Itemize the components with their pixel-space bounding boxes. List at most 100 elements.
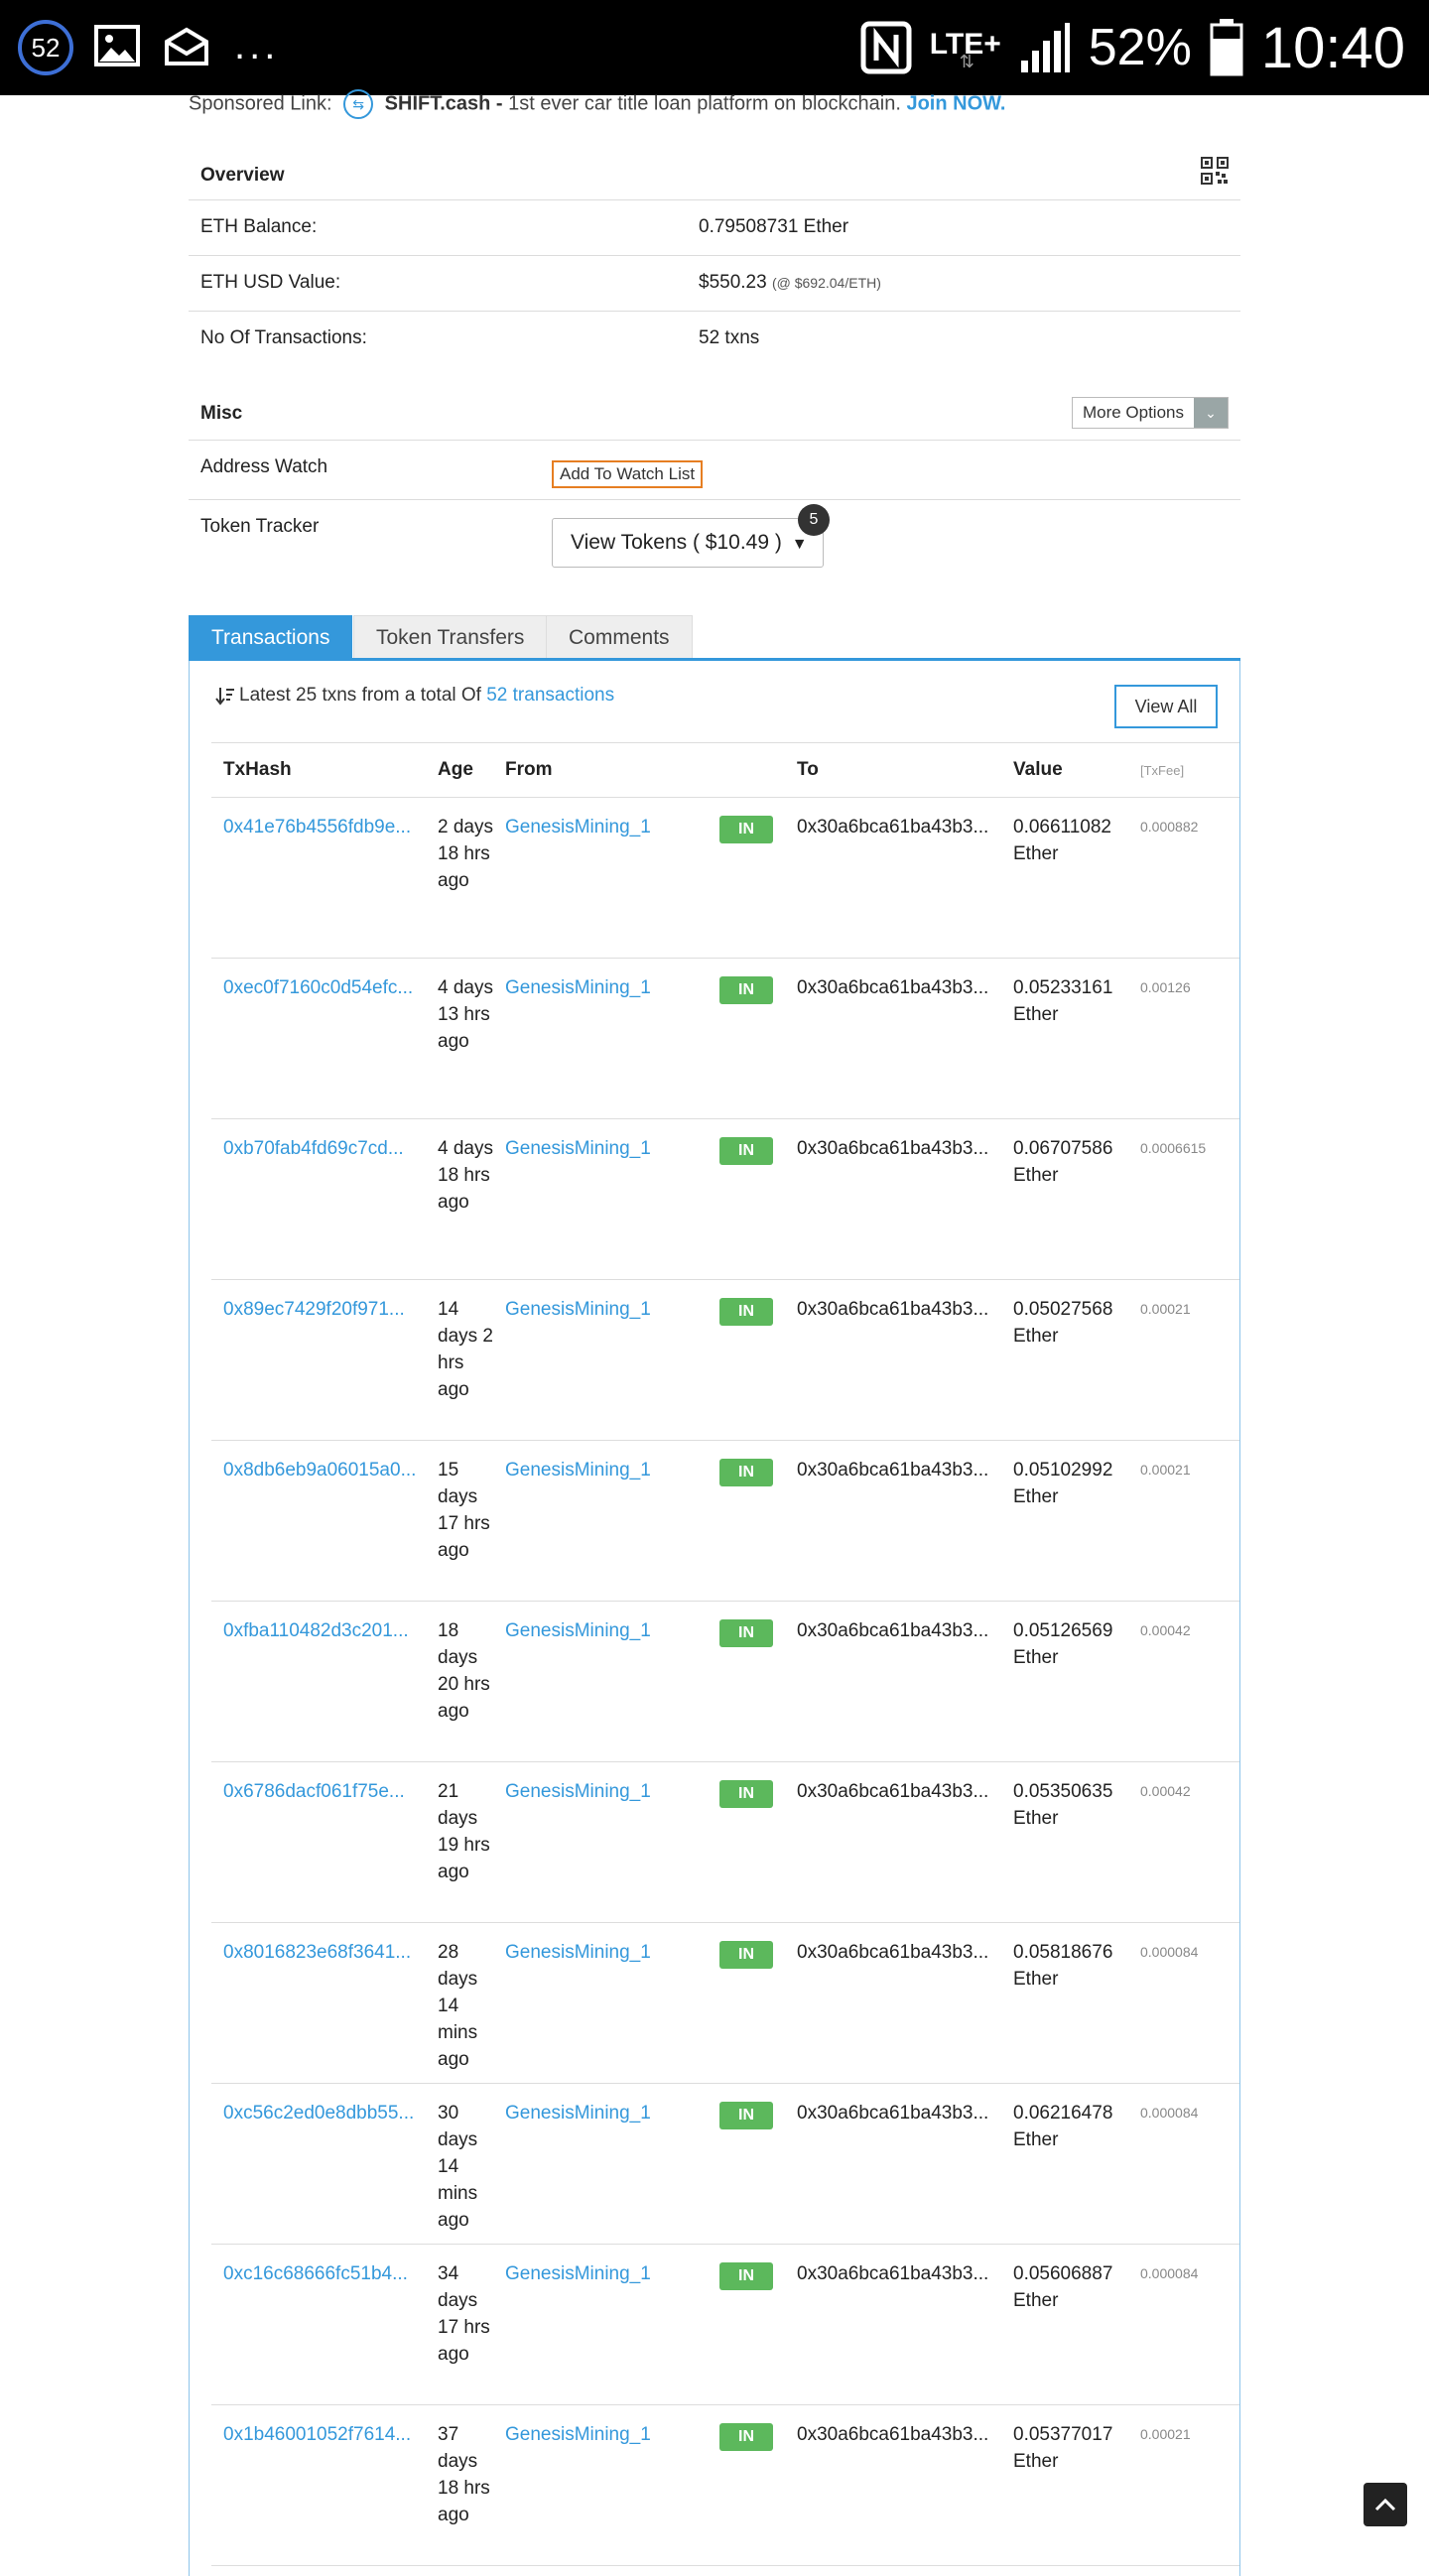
tab-token-transfers[interactable]: Token Transfers	[353, 615, 548, 658]
caret-down-icon: ▼	[791, 536, 808, 553]
tx-from-link[interactable]: GenesisMining_1	[505, 1296, 651, 1323]
tx-to-address: 0x30a6bca61ba43b3...	[797, 1781, 989, 1802]
tx-age: 4 days 18 hrs ago	[438, 1138, 493, 1213]
sponsored-prefix: Sponsored Link:	[189, 92, 332, 115]
tx-age: 2 days 18 hrs ago	[438, 817, 493, 891]
tx-hash-link[interactable]: 0x41e76b4556fdb9e...	[223, 814, 428, 840]
tx-hash-link[interactable]: 0x8db6eb9a06015a0...	[223, 1457, 428, 1483]
tx-from-link[interactable]: GenesisMining_1	[505, 2260, 651, 2287]
view-all-button[interactable]: View All	[1114, 685, 1218, 728]
tx-value: 0.05027568 Ether	[1013, 1299, 1113, 1347]
add-to-watch-list-button[interactable]: Add To Watch List	[552, 460, 704, 488]
tx-value: 0.06707586 Ether	[1013, 1138, 1113, 1186]
tx-to-address: 0x30a6bca61ba43b3...	[797, 2424, 989, 2445]
tx-hash-link[interactable]: 0x8016823e68f3641...	[223, 1939, 428, 1966]
transactions-panel: Latest 25 txns from a total Of 52 transa…	[189, 661, 1240, 2576]
scroll-to-top-button[interactable]	[1364, 2483, 1407, 2526]
eth-balance-value: 0.79508731 Ether	[699, 216, 849, 237]
lte-indicator: LTE+ ⇅	[930, 18, 1001, 77]
tx-hash-link[interactable]: 0xc56c2ed0e8dbb55...	[223, 2100, 428, 2126]
shift-logo-icon: ⇆	[343, 89, 374, 119]
col-value: Value	[1013, 759, 1063, 780]
tx-from-link[interactable]: GenesisMining_1	[505, 1778, 651, 1805]
tx-from-link[interactable]: GenesisMining_1	[505, 2100, 651, 2126]
tx-value: 0.05606887 Ether	[1013, 2263, 1113, 2311]
qr-code-icon[interactable]	[1201, 157, 1229, 185]
col-to: To	[797, 759, 819, 780]
clock: 10:40	[1260, 15, 1405, 80]
eth-balance-label: ETH Balance:	[200, 216, 318, 237]
status-right: LTE+ ⇅ 52% 10:40	[860, 0, 1405, 95]
view-tokens-label: View Tokens ( $10.49 )	[571, 531, 782, 554]
tx-fee: 0.00042	[1140, 1783, 1191, 1799]
table-row: 0x89ec7429f20f971... 14 days 2 hrs ago Gen…	[211, 1280, 1239, 1441]
tx-value: 0.05377017 Ether	[1013, 2424, 1113, 2472]
tab-comments[interactable]: Comments	[546, 615, 693, 658]
txn-count-label: No Of Transactions:	[200, 327, 367, 348]
tx-fee: 0.00126	[1140, 979, 1191, 995]
tx-value: 0.05233161 Ether	[1013, 977, 1113, 1025]
sponsored-link[interactable]: Sponsored Link: ⇆ SHIFT.cash - 1st ever …	[189, 89, 1005, 119]
txn-count-value: 52 txns	[699, 327, 760, 348]
tx-age: 21 days 19 hrs ago	[438, 1781, 490, 1882]
tx-from-link[interactable]: GenesisMining_1	[505, 2421, 651, 2448]
tx-direction-badge: IN	[719, 2102, 773, 2129]
tx-fee: 0.00021	[1140, 1301, 1191, 1317]
sponsored-join-link[interactable]: Join NOW.	[906, 92, 1005, 114]
tab-transactions[interactable]: Transactions	[189, 615, 353, 658]
tx-fee: 0.00042	[1140, 1622, 1191, 1638]
table-row: 0xc16c68666fc51b4... 34 days 17 hrs ago Ge…	[211, 2245, 1239, 2405]
table-row: 0xec0f7160c0d54efc... 4 days 13 hrs ago Ge…	[211, 959, 1239, 1119]
tx-from-link[interactable]: GenesisMining_1	[505, 1457, 651, 1483]
tx-hash-link[interactable]: 0x6786dacf061f75e...	[223, 1778, 428, 1805]
tx-fee: 0.00021	[1140, 1462, 1191, 1478]
table-row: 0xc56c2ed0e8dbb55... 30 days 14 mins ago G…	[211, 2084, 1239, 2245]
tx-from-link[interactable]: GenesisMining_1	[505, 1135, 651, 1162]
signal-icon	[1020, 23, 1070, 72]
tx-direction-badge: IN	[719, 1780, 773, 1808]
tx-age: 18 days 20 hrs ago	[438, 1620, 490, 1722]
mail-icon	[165, 27, 208, 65]
table-row: 0xfba110482d3c201... 18 days 20 hrs ago Ge…	[211, 1602, 1239, 1762]
tx-direction-badge: IN	[719, 816, 773, 843]
tx-direction-badge: IN	[719, 2262, 773, 2290]
tx-age: 30 days 14 mins ago	[438, 2103, 478, 2231]
tx-value: 0.05126569 Ether	[1013, 1620, 1113, 1668]
col-txfee: [TxFee]	[1140, 763, 1185, 778]
tx-value: 0.06216478 Ether	[1013, 2103, 1113, 2150]
battery-icon	[1210, 19, 1243, 76]
tx-age: 15 days 17 hrs ago	[438, 1460, 490, 1561]
overview-header: Overview	[189, 155, 1240, 200]
tx-from-link[interactable]: GenesisMining_1	[505, 814, 651, 840]
chevron-up-icon	[1374, 2498, 1396, 2512]
table-row: 0x6786dacf061f75e... 21 days 19 hrs ago Ge…	[211, 1762, 1239, 1923]
data-arrows-icon: ⇅	[959, 52, 974, 71]
tx-hash-link[interactable]: 0x1b46001052f7614...	[223, 2421, 428, 2448]
tx-from-link[interactable]: GenesisMining_1	[505, 974, 651, 1001]
more-options-button[interactable]: More Options ⌄	[1071, 397, 1229, 429]
tx-value: 0.05350635 Ether	[1013, 1781, 1113, 1829]
latest-txns-summary: Latest 25 txns from a total Of 52 transa…	[215, 685, 614, 707]
table-row: 0x8016823e68f3641... 28 days 14 mins ago G…	[211, 1923, 1239, 2084]
tx-fee: 0.0006615	[1140, 1140, 1207, 1156]
tx-hash-link[interactable]: 0x89ec7429f20f971...	[223, 1296, 428, 1323]
total-transactions-link[interactable]: 52 transactions	[486, 685, 614, 706]
tx-hash-link[interactable]: 0xfba110482d3c201...	[223, 1617, 428, 1644]
tx-fee: 0.000084	[1140, 2105, 1199, 2121]
txn-count-row: No Of Transactions: 52 txns	[189, 312, 1240, 367]
tx-hash-link[interactable]: 0xb70fab4fd69c7cd...	[223, 1135, 428, 1162]
sponsored-brand: SHIFT.cash -	[384, 92, 503, 115]
tx-fee: 0.000084	[1140, 2265, 1199, 2281]
more-notifications-dots: ...	[234, 24, 280, 67]
tx-fee: 0.000882	[1140, 819, 1199, 835]
sponsored-text: 1st ever car title loan platform on bloc…	[502, 92, 901, 115]
status-bar: 52 ... LTE+ ⇅ 52% 10:40	[0, 0, 1429, 95]
tx-hash-link[interactable]: 0xc16c68666fc51b4...	[223, 2260, 428, 2287]
misc-title: Misc	[200, 403, 243, 424]
tx-value: 0.05818676 Ether	[1013, 1942, 1113, 1990]
view-tokens-dropdown[interactable]: View Tokens ( $10.49 ) ▼	[552, 518, 824, 568]
tx-hash-link[interactable]: 0xec0f7160c0d54efc...	[223, 974, 428, 1001]
sort-icon	[215, 687, 234, 706]
tx-from-link[interactable]: GenesisMining_1	[505, 1617, 651, 1644]
tx-from-link[interactable]: GenesisMining_1	[505, 1939, 651, 1966]
